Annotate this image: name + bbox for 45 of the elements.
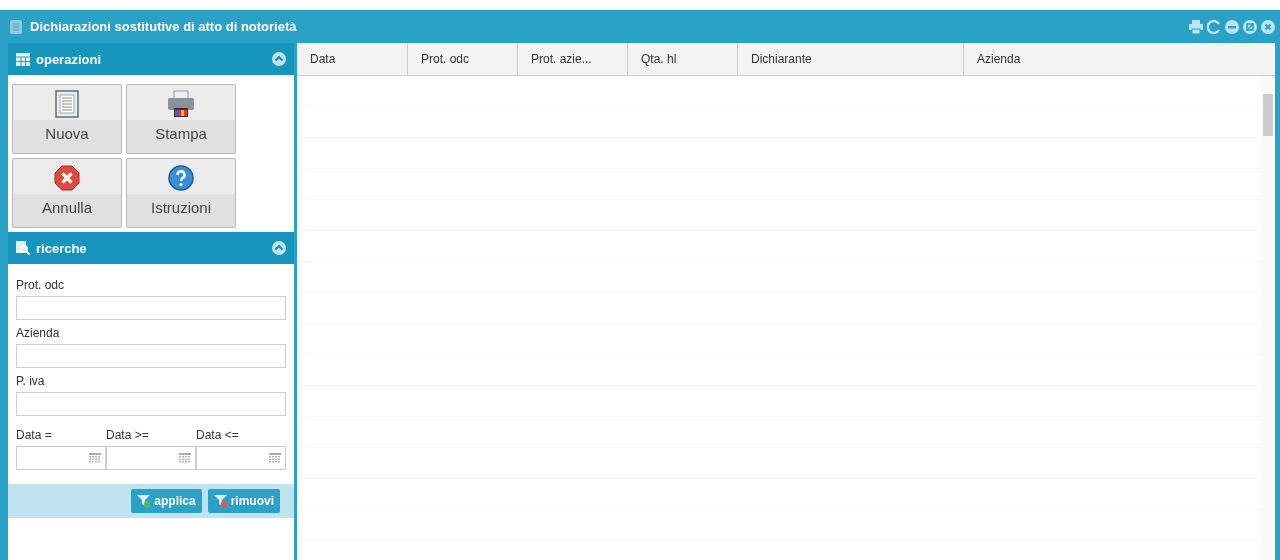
- calendar-icon[interactable]: [179, 453, 191, 463]
- input-field[interactable]: [16, 296, 286, 320]
- document-icon: [10, 19, 22, 34]
- calendar-icon[interactable]: [89, 453, 101, 463]
- panel-title: ricerche: [36, 240, 88, 256]
- field-label: P. iva: [16, 374, 46, 388]
- refresh-icon[interactable]: [1207, 19, 1221, 34]
- input-field[interactable]: [16, 344, 286, 368]
- column-header[interactable]: Azienda: [964, 43, 1275, 75]
- printer-icon: [167, 90, 195, 118]
- toolbar-button[interactable]: Nuova: [12, 84, 122, 154]
- collapse-button[interactable]: [272, 241, 286, 255]
- help-icon: [168, 165, 194, 191]
- toolbar-button[interactable]: Istruzioni: [126, 158, 236, 228]
- close-icon[interactable]: [1261, 19, 1275, 34]
- column-header[interactable]: Prot. azie...: [518, 43, 628, 75]
- field-label: Azienda: [16, 326, 61, 340]
- collapse-button[interactable]: [272, 52, 286, 66]
- minimize-icon[interactable]: [1225, 19, 1239, 34]
- filter-icon: [213, 494, 228, 508]
- column-header[interactable]: Data: [297, 43, 408, 75]
- maximize-icon[interactable]: [1243, 19, 1257, 34]
- field-label: Data <=: [196, 428, 240, 442]
- scrollbar[interactable]: [1261, 76, 1275, 560]
- column-header[interactable]: Dichiarante: [738, 43, 964, 75]
- filter-icon: [137, 494, 152, 508]
- toolbar-button[interactable]: Annulla: [12, 158, 122, 228]
- search-icon: [16, 241, 30, 255]
- date-field[interactable]: [196, 446, 286, 470]
- calculator-icon: [16, 52, 30, 66]
- cancel-icon: [54, 165, 80, 191]
- field-label: Data =: [16, 428, 53, 442]
- input-field[interactable]: [16, 392, 286, 416]
- window-title: Dichiarazioni sostitutive di atto di notorietà: [30, 19, 297, 34]
- panel-title: operazioni: [36, 51, 102, 67]
- field-label: Data >=: [106, 428, 150, 442]
- document-icon: [55, 90, 79, 118]
- date-field[interactable]: [16, 446, 106, 470]
- column-header[interactable]: Qta. hl: [628, 43, 738, 75]
- calendar-icon[interactable]: [269, 453, 281, 463]
- column-header[interactable]: Prot. odc: [408, 43, 518, 75]
- toolbar-button[interactable]: Stampa: [126, 84, 236, 154]
- print-icon[interactable]: [1189, 19, 1203, 34]
- field-label: Prot. odc: [16, 278, 66, 292]
- date-field[interactable]: [106, 446, 196, 470]
